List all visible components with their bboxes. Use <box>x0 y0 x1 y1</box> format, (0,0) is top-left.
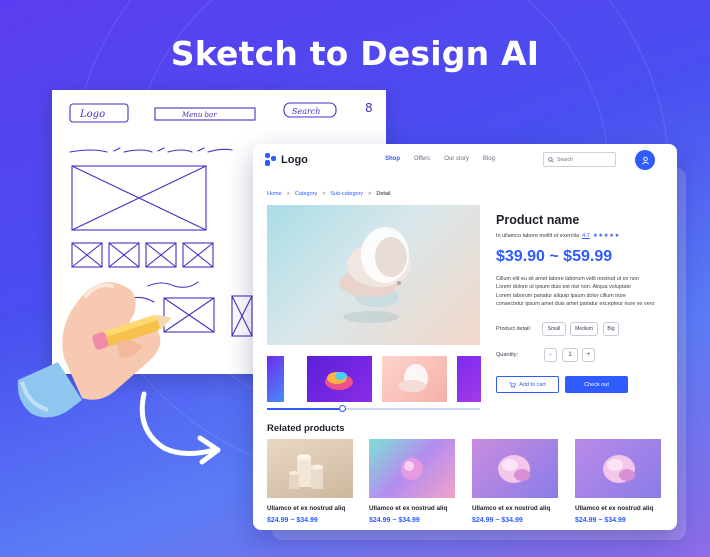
related-product-card[interactable]: Ullamco et ex nostrud aliq $24.99 ~ $34.… <box>472 439 558 524</box>
product-tagline: In ullamco labore mollit et exercita <box>496 233 580 239</box>
logo[interactable]: Logo <box>265 153 308 166</box>
thumbnail[interactable] <box>382 356 447 402</box>
related-product-price: $24.99 ~ $34.99 <box>575 517 626 524</box>
product-name: Product name <box>496 213 580 227</box>
menu-item-offers[interactable]: Offers <box>414 156 430 162</box>
checkout-button[interactable]: Check out <box>565 376 628 393</box>
related-products-title: Related products <box>267 423 345 434</box>
size-option-small[interactable]: Small <box>542 322 566 336</box>
thumbnail-art <box>325 372 353 390</box>
account-button[interactable] <box>635 150 655 170</box>
breadcrumb-separator: > <box>368 191 372 197</box>
top-nav: Logo Shop Offers Our story Blog <box>253 144 677 178</box>
related-product-image <box>267 439 353 498</box>
breadcrumb-subcategory[interactable]: Sub-category <box>330 191 363 197</box>
breadcrumb-home[interactable]: Home <box>267 191 282 197</box>
cylinders-art <box>289 454 323 489</box>
quantity-decrease-button[interactable]: - <box>544 348 557 362</box>
product-detail-label: Product detail: <box>496 326 532 332</box>
related-product-name: Ullamco et ex nostrud aliq <box>575 505 654 512</box>
sketch-logo-label: Logo <box>79 109 105 120</box>
star-icons: ★★★★★ <box>592 233 620 239</box>
related-product-card[interactable]: Ullamco et ex nostrud aliq $24.99 ~ $34.… <box>575 439 661 524</box>
menu-item-blog[interactable]: Blog <box>483 156 495 162</box>
related-product-image <box>575 439 661 498</box>
breadcrumb-category[interactable]: Category <box>295 191 317 197</box>
blob-art <box>498 455 530 483</box>
blob-art <box>603 455 635 483</box>
search-icon <box>548 156 554 163</box>
related-product-price: $24.99 ~ $34.99 <box>267 517 318 524</box>
sketch-menu-label: Menu bar <box>181 111 217 119</box>
arrow-illustration <box>139 391 221 465</box>
add-to-cart-button[interactable]: Add to cart <box>496 376 559 393</box>
gallery-slider-handle[interactable] <box>338 405 346 412</box>
logo-text: Logo <box>281 153 308 166</box>
related-product-name: Ullamco et ex nostrud aliq <box>267 505 346 512</box>
logo-icon <box>265 153 277 166</box>
sphere-art <box>401 458 423 480</box>
sketch-account-glyph: 8 <box>365 101 373 115</box>
breadcrumb-separator: > <box>322 191 326 197</box>
search-box <box>543 152 616 167</box>
quantity-value[interactable]: 1 <box>562 348 578 362</box>
breadcrumb: Home > Category > Sub-category > Detail <box>267 191 390 197</box>
sketch-search-label: Search <box>292 107 320 116</box>
add-to-cart-label: Add to cart <box>519 381 546 388</box>
thumbnail[interactable] <box>457 356 481 402</box>
related-product-image <box>369 439 455 498</box>
gallery-slider-fill <box>267 408 342 410</box>
thumbnail-art <box>398 364 428 392</box>
search-input[interactable] <box>557 156 612 163</box>
related-product-card[interactable]: Ullamco et ex nostrud aliq $24.99 ~ $34.… <box>369 439 455 524</box>
product-page-design: Logo Shop Offers Our story Blog Home > C… <box>253 144 677 530</box>
main-menu: Shop Offers Our story Blog <box>385 156 495 162</box>
thumbnail-strip <box>267 356 481 402</box>
related-product-image <box>472 439 558 498</box>
product-main-image[interactable] <box>267 205 480 345</box>
related-product-price: $24.99 ~ $34.99 <box>472 517 523 524</box>
description-line: Lorem dolore ut ipsum duis est nisi non.… <box>496 284 631 291</box>
quantity-label: Quantity: <box>496 352 519 358</box>
menu-item-our-story[interactable]: Our story <box>444 156 469 162</box>
product-render <box>339 227 411 323</box>
size-option-medium[interactable]: Medium <box>570 322 598 336</box>
cart-icon <box>509 381 517 388</box>
gallery-slider[interactable] <box>267 405 480 412</box>
product-description: Cillum elit eu sit amet labore laborum v… <box>496 275 664 308</box>
related-product-price: $24.99 ~ $34.99 <box>369 517 420 524</box>
thumbnail[interactable] <box>267 356 284 402</box>
size-option-big[interactable]: Big <box>603 322 619 336</box>
breadcrumb-separator: > <box>286 191 290 197</box>
breadcrumb-detail: Detail <box>376 191 391 197</box>
menu-item-shop[interactable]: Shop <box>385 156 400 162</box>
related-product-name: Ullamco et ex nostrud aliq <box>369 505 448 512</box>
headline: Sketch to Design AI <box>170 34 540 73</box>
user-icon <box>641 156 649 164</box>
related-product-card[interactable]: Ullamco et ex nostrud aliq $24.99 ~ $34.… <box>267 439 353 524</box>
rating-line: In ullamco labore mollit et exercita 4.7… <box>496 233 620 239</box>
quantity-increase-button[interactable]: + <box>582 348 595 362</box>
product-price: $39.90 ~ $59.99 <box>496 248 613 265</box>
description-line: Cillum elit eu sit amet labore laborum v… <box>496 276 639 282</box>
rating-score[interactable]: 4.7 <box>582 233 590 239</box>
related-product-name: Ullamco et ex nostrud aliq <box>472 505 551 512</box>
description-line: Lorem laborum pariatur aliquip ipsum dol… <box>496 292 627 299</box>
thumbnail[interactable] <box>307 356 372 402</box>
description-line: consectetur ipsum amet duis amet pariatu… <box>496 300 655 307</box>
